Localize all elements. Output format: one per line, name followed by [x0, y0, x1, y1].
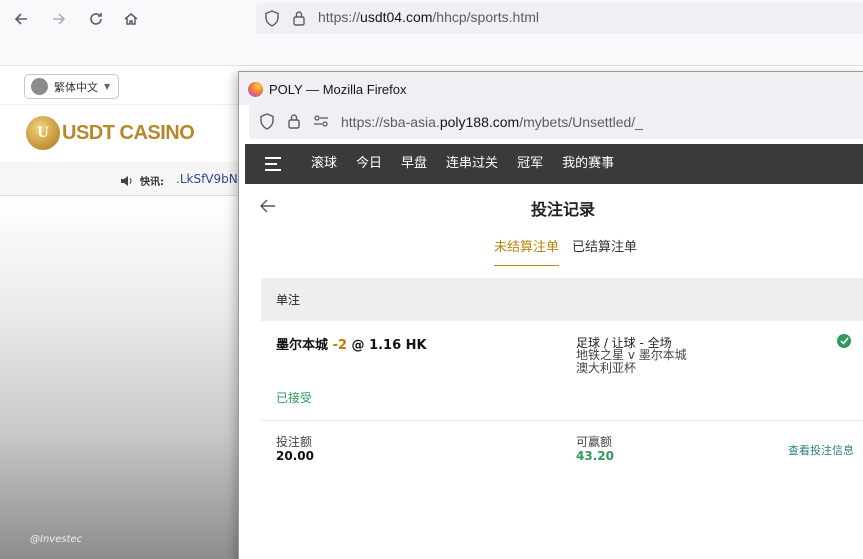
reload-icon[interactable] — [83, 6, 109, 32]
nav-item-parlay[interactable]: 连串过关 — [446, 144, 498, 184]
bet-league: 澳大利亚杯 — [576, 361, 637, 375]
firefox-icon — [248, 82, 263, 97]
bet-handicap: -2 — [332, 338, 347, 353]
background-browser-strip — [0, 38, 863, 66]
shield-icon[interactable] — [264, 10, 280, 31]
language-label: 繁体中文 — [54, 80, 98, 94]
news-label: 快讯: — [140, 177, 164, 188]
divider — [261, 420, 863, 421]
popup-window-title: POLY — Mozilla Firefox — [269, 82, 407, 97]
stake-label: 投注额 — [276, 435, 313, 449]
background-url-text: https://usdt04.com/hhcp/sports.html — [318, 9, 540, 25]
bet-team: 墨尔本城 — [276, 338, 329, 353]
win-label: 可赢额 — [576, 435, 613, 449]
bet-selection: 墨尔本城 -2 @ 1.16 HK — [276, 334, 427, 353]
shield-icon[interactable] — [259, 113, 275, 134]
chevron-down-icon: ▼ — [104, 82, 111, 91]
bet-records-page: 投注记录 未结算注单 已结算注单 单注 墨尔本城 -2 @ 1.16 HK 足球… — [245, 184, 863, 559]
tab-unsettled[interactable]: 未结算注单 — [494, 236, 560, 266]
page-title: 投注记录 — [530, 200, 595, 219]
nav-item-live[interactable]: 滚球 — [311, 144, 337, 184]
permissions-icon[interactable] — [313, 113, 329, 132]
home-icon[interactable] — [118, 6, 144, 32]
news-text: .LkSfV9bNw — [176, 172, 248, 186]
background-browser-toolbar: https://usdt04.com/hhcp/sports.html — [0, 0, 863, 38]
hero-photo: @Investec — [0, 196, 240, 559]
lock-icon[interactable] — [287, 113, 301, 133]
photo-sponsor-text: @Investec — [30, 534, 83, 545]
view-bet-details-link[interactable]: 查看投注信息 — [788, 442, 854, 458]
site-logo[interactable]: U USDT CASINO — [26, 112, 196, 154]
hamburger-menu-icon[interactable] — [265, 157, 281, 171]
check-circle-icon — [837, 334, 851, 348]
back-icon[interactable] — [8, 6, 34, 32]
nav-item-today[interactable]: 今日 — [356, 144, 382, 184]
forward-icon[interactable] — [46, 6, 72, 32]
popup-url-bar[interactable]: https://sba-asia.poly188.com/mybets/Unse… — [249, 105, 863, 139]
bet-status-tabs: 未结算注单 已结算注单 — [494, 236, 650, 266]
lock-icon[interactable] — [292, 10, 306, 30]
bet-status: 已接受 — [276, 391, 313, 405]
section-title: 单注 — [276, 293, 301, 307]
nav-items: 滚球 今日 早盘 连串过关 冠军 我的赛事 — [311, 144, 633, 184]
section-header-single: 单注 — [261, 278, 863, 321]
logo-text: USDT CASINO — [62, 121, 195, 144]
popup-title-bar: POLY — Mozilla Firefox — [239, 72, 863, 105]
bet-at: @ — [351, 338, 365, 353]
desktop: https://usdt04.com/hhcp/sports.html 繁体中文… — [0, 0, 863, 559]
sportsbook-nav: 滚球 今日 早盘 连串过关 冠军 我的赛事 — [245, 144, 863, 184]
background-url-bar[interactable]: https://usdt04.com/hhcp/sports.html — [256, 3, 863, 34]
popup-url-text: https://sba-asia.poly188.com/mybets/Unse… — [341, 114, 643, 130]
language-select[interactable]: 繁体中文 ▼ — [24, 74, 119, 99]
speaker-icon — [120, 172, 134, 191]
logo-medal: U — [26, 116, 60, 150]
nav-item-outright[interactable]: 冠军 — [517, 144, 543, 184]
nav-item-early[interactable]: 早盘 — [401, 144, 427, 184]
bet-odds: 1.16 HK — [369, 338, 427, 353]
tab-settled[interactable]: 已结算注单 — [572, 236, 637, 266]
nav-item-my-events[interactable]: 我的赛事 — [562, 144, 614, 184]
stake-value: 20.00 — [276, 449, 314, 463]
poly-popup-window: POLY — Mozilla Firefox https://sba-asia.… — [238, 71, 863, 559]
globe-icon — [31, 78, 48, 95]
win-value: 43.20 — [576, 449, 614, 463]
